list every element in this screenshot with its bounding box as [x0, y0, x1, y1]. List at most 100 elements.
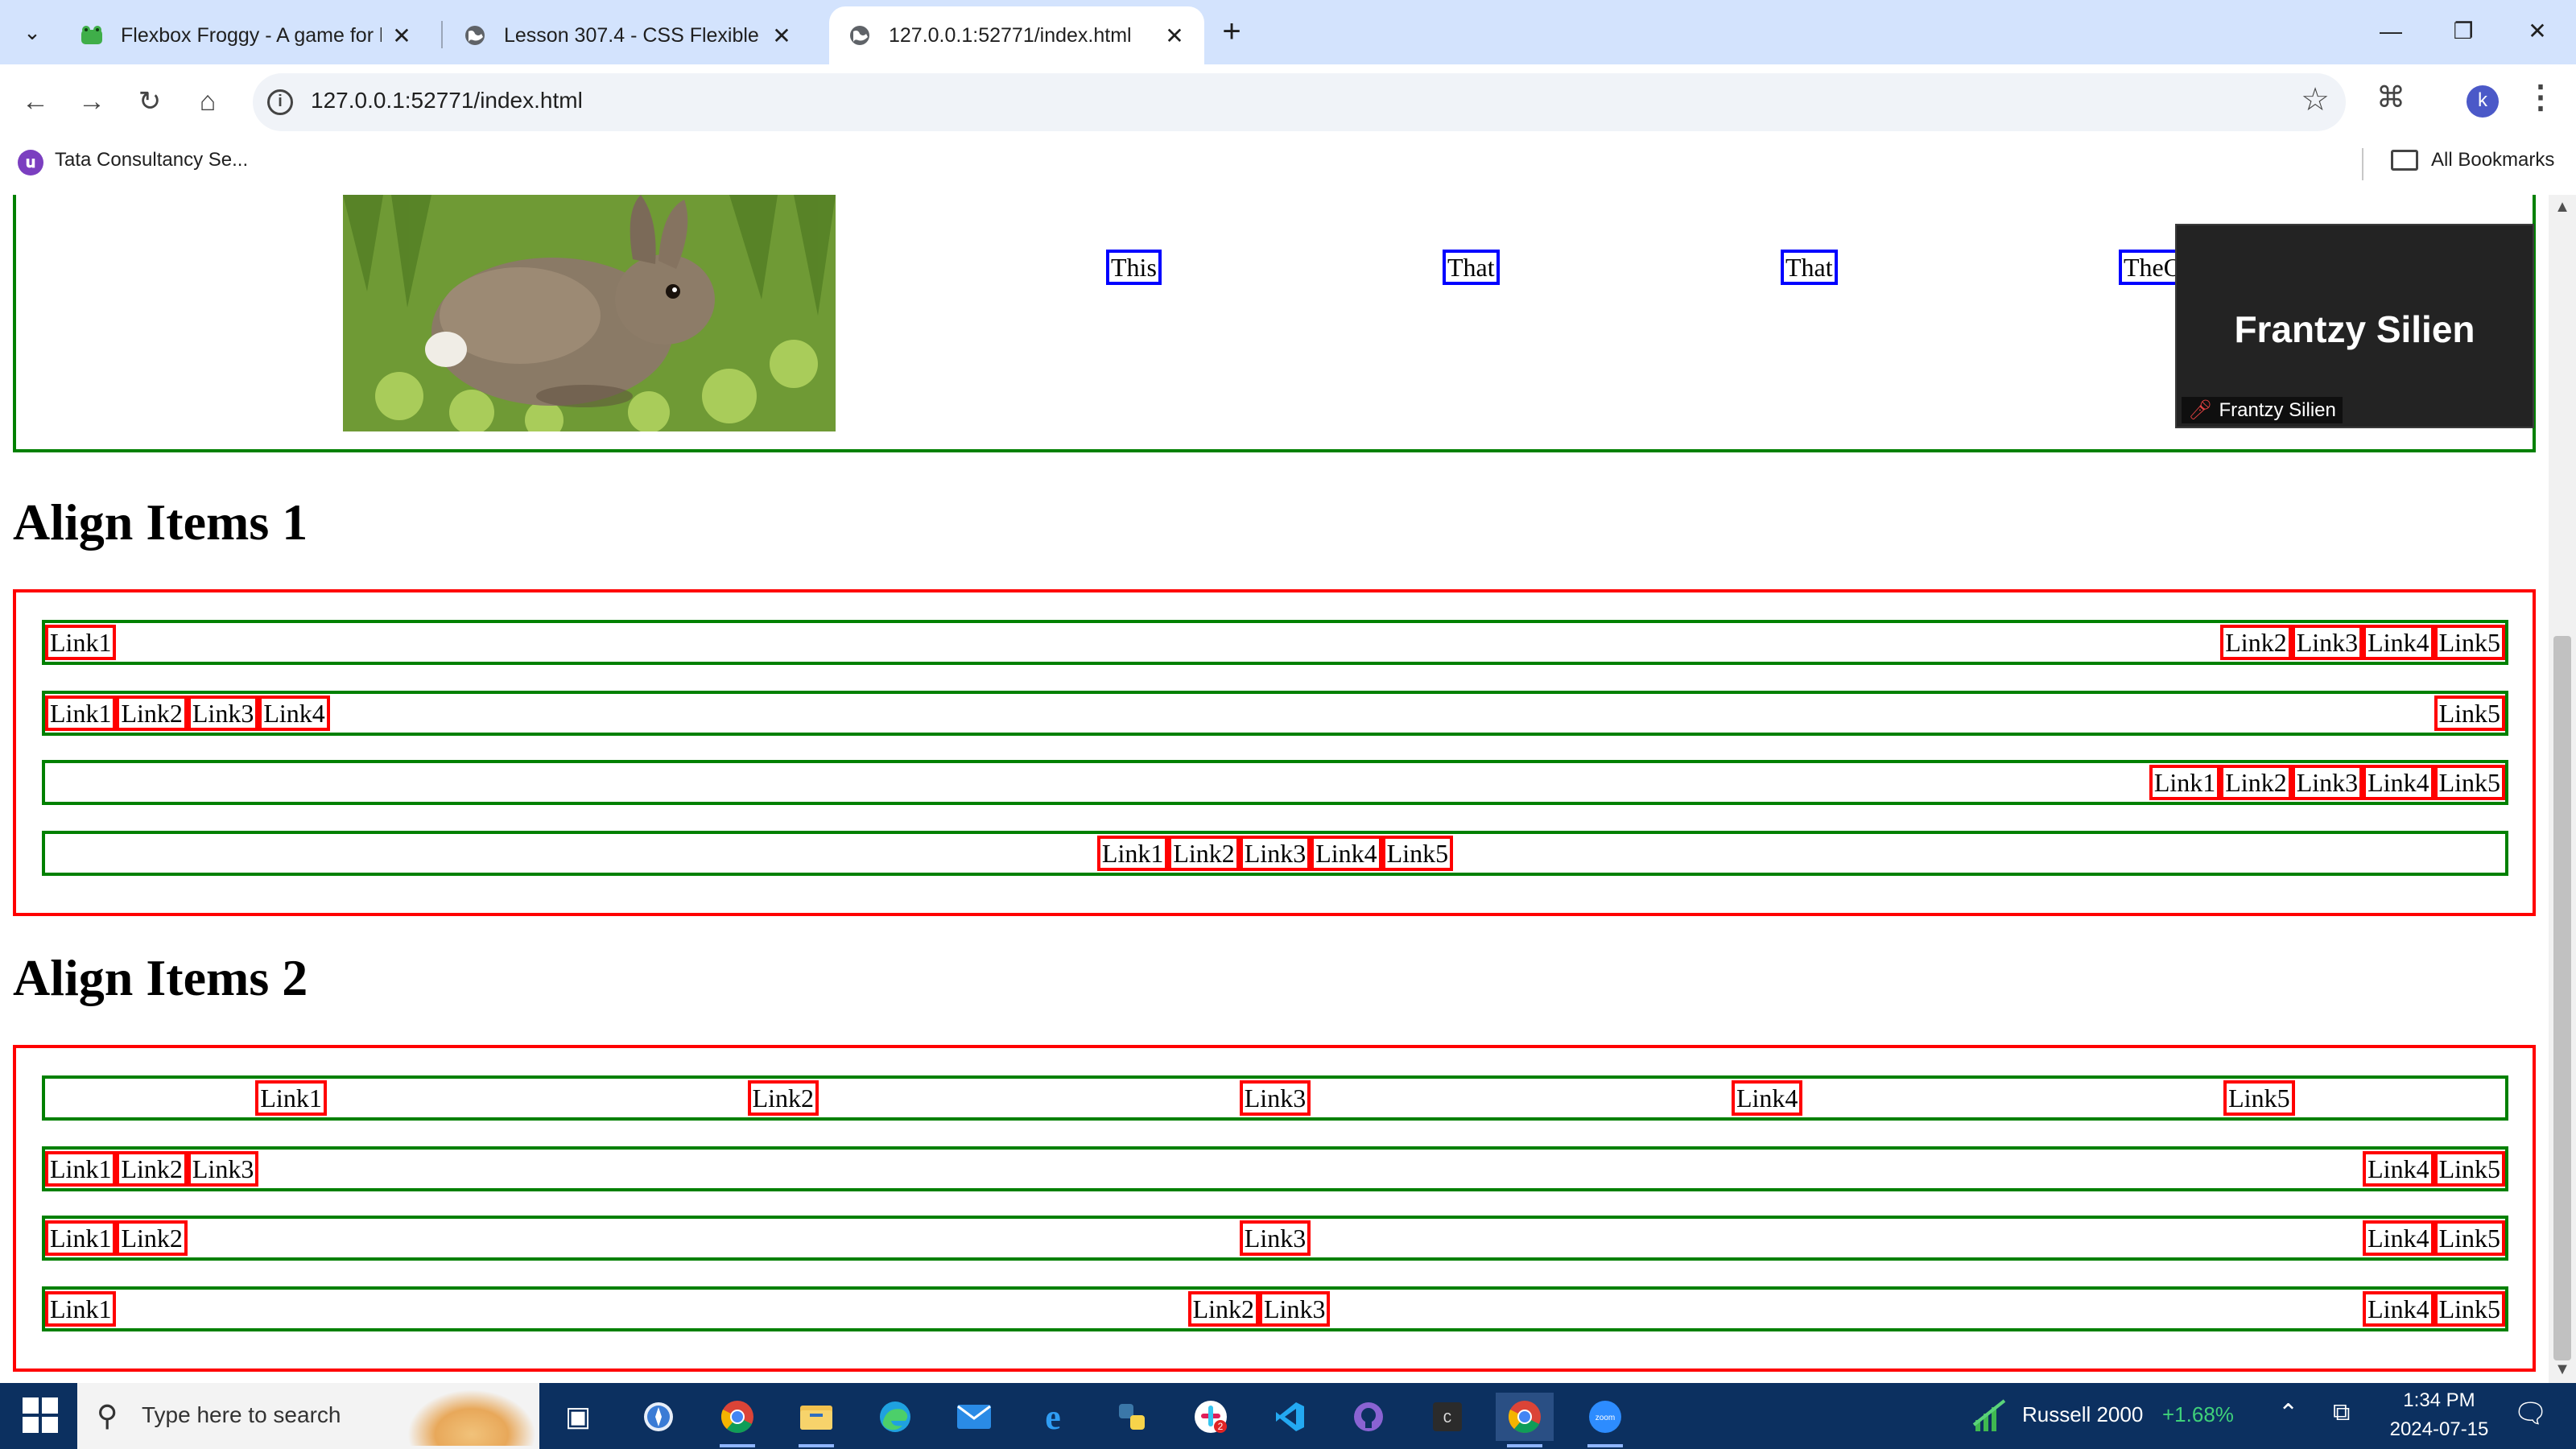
link-2[interactable]: Link2: [1168, 836, 1240, 871]
display-icon[interactable]: ⧉: [2333, 1399, 2350, 1426]
link-5[interactable]: Link5: [1381, 836, 1454, 871]
clock-time[interactable]: 1:34 PM: [2375, 1389, 2504, 1412]
link-1[interactable]: Link1: [45, 1151, 117, 1187]
vscode-icon[interactable]: [1261, 1393, 1319, 1441]
flex-row: Link1 Link2 Link3 Link4 Link5: [42, 691, 2508, 736]
taskbar-search-box[interactable]: ⚲ Type here to search: [77, 1383, 539, 1449]
link-4[interactable]: Link4: [2363, 1151, 2434, 1187]
link-1[interactable]: Link1: [1096, 836, 1169, 871]
edge-icon[interactable]: [866, 1393, 924, 1441]
task-view-icon[interactable]: ▣: [549, 1393, 607, 1441]
link-2[interactable]: Link2: [116, 696, 188, 731]
file-explorer-icon[interactable]: [787, 1393, 845, 1447]
all-bookmarks-button[interactable]: All Bookmarks: [2431, 149, 2554, 171]
link-4[interactable]: Link4: [1731, 1080, 1803, 1116]
link-3[interactable]: Link3: [2291, 625, 2363, 660]
link-5[interactable]: Link5: [2434, 1151, 2505, 1187]
link-3[interactable]: Link3: [1239, 1220, 1311, 1256]
tab-title: 127.0.0.1:52771/index.html: [889, 23, 1132, 47]
rabbit-image: [343, 195, 836, 431]
tab-flexbox-froggy[interactable]: Flexbox Froggy - A game for le ✕: [61, 6, 431, 64]
link-4[interactable]: Link4: [1311, 836, 1382, 871]
safari-compass-icon[interactable]: [630, 1393, 687, 1441]
forward-button[interactable]: →: [71, 80, 113, 122]
link-1[interactable]: Link1: [2149, 765, 2221, 800]
link-3[interactable]: Link3: [1239, 1080, 1311, 1116]
link-1[interactable]: Link1: [45, 1291, 117, 1327]
link-3[interactable]: Link3: [187, 696, 259, 731]
python-idle-icon[interactable]: [1103, 1393, 1161, 1441]
frog-icon: [79, 23, 105, 48]
chrome-active-icon[interactable]: [1496, 1393, 1554, 1447]
mail-icon[interactable]: [945, 1393, 1003, 1441]
link-4[interactable]: Link4: [2363, 1220, 2434, 1256]
restore-button[interactable]: ❐: [2431, 8, 2496, 56]
extensions-puzzle-icon[interactable]: ⌘: [2376, 80, 2405, 114]
close-icon[interactable]: ✕: [390, 23, 414, 49]
link-3[interactable]: Link3: [1239, 836, 1311, 871]
link-2[interactable]: Link2: [116, 1220, 188, 1256]
link-5[interactable]: Link5: [2434, 625, 2505, 660]
bookmark-tata[interactable]: Tata Consultancy Se...: [55, 149, 248, 171]
close-icon[interactable]: ✕: [770, 23, 794, 49]
tab-lesson-307[interactable]: Lesson 307.4 - CSS Flexible Box ✕: [444, 6, 811, 64]
link-5[interactable]: Link5: [2434, 1291, 2505, 1327]
scroll-down-arrow-icon[interactable]: ▼: [2552, 1360, 2573, 1381]
bookmark-star-icon[interactable]: ☆: [2301, 81, 2330, 118]
tab-title: Flexbox Froggy - A game for le: [121, 23, 382, 47]
link-1[interactable]: Link1: [255, 1080, 327, 1116]
address-bar[interactable]: i 127.0.0.1:52771/index.html ☆: [253, 73, 2346, 131]
link-2[interactable]: Link2: [2220, 765, 2292, 800]
folder-icon[interactable]: [2391, 150, 2418, 171]
link-2[interactable]: Link2: [2220, 625, 2292, 660]
url-text[interactable]: 127.0.0.1:52771/index.html: [311, 88, 583, 114]
link-4[interactable]: Link4: [2363, 1291, 2434, 1327]
link-1[interactable]: Link1: [45, 696, 117, 731]
link-4[interactable]: Link4: [2363, 765, 2434, 800]
new-tab-button[interactable]: +: [1212, 13, 1251, 52]
close-icon[interactable]: ✕: [1162, 23, 1187, 49]
site-info-icon[interactable]: i: [267, 89, 293, 115]
zoom-video-tile[interactable]: Frantzy Silien 🎤︎ Frantzy Silien: [2175, 224, 2534, 428]
link-2[interactable]: Link2: [747, 1080, 819, 1116]
windows-start-icon[interactable]: [23, 1397, 58, 1433]
notifications-icon[interactable]: 🗨︎: [2513, 1397, 2548, 1430]
scroll-up-arrow-icon[interactable]: ▲: [2552, 198, 2573, 219]
link-4[interactable]: Link4: [2363, 625, 2434, 660]
tab-strip: ⌄ Flexbox Froggy - A game for le ✕ Lesso…: [0, 0, 2576, 64]
home-button[interactable]: ⌂: [187, 80, 229, 122]
close-window-button[interactable]: ✕: [2505, 8, 2570, 56]
tcs-bookmark-icon[interactable]: 𝐮: [18, 150, 43, 175]
clock-date[interactable]: 2024-07-15: [2375, 1418, 2504, 1441]
back-button[interactable]: ←: [14, 80, 56, 122]
tab-search-button[interactable]: ⌄: [11, 14, 53, 50]
link-5[interactable]: Link5: [2434, 696, 2505, 731]
chrome-icon[interactable]: [708, 1393, 766, 1447]
tab-index-html[interactable]: 127.0.0.1:52771/index.html ✕: [829, 6, 1204, 64]
link-3[interactable]: Link3: [2291, 765, 2363, 800]
link-5[interactable]: Link5: [2434, 1220, 2505, 1256]
link-1[interactable]: Link1: [45, 625, 117, 660]
profile-avatar[interactable]: k: [2467, 85, 2499, 118]
zoom-app-icon[interactable]: zoom: [1576, 1393, 1634, 1447]
link-5[interactable]: Link5: [2223, 1080, 2295, 1116]
link-3[interactable]: Link3: [1259, 1291, 1331, 1327]
link-2[interactable]: Link2: [116, 1151, 188, 1187]
link-1[interactable]: Link1: [45, 1220, 117, 1256]
stock-name[interactable]: Russell 2000: [2022, 1402, 2143, 1427]
minimize-button[interactable]: —: [2359, 8, 2423, 56]
slack-icon[interactable]: 2: [1182, 1393, 1240, 1441]
link-5[interactable]: Link5: [2434, 765, 2505, 800]
reload-button[interactable]: ↻: [129, 80, 171, 122]
stock-chart-icon[interactable]: [1972, 1397, 2009, 1437]
chevron-up-icon[interactable]: ⌃: [2278, 1399, 2298, 1427]
link-3[interactable]: Link3: [187, 1151, 259, 1187]
internet-explorer-icon[interactable]: e: [1024, 1393, 1082, 1441]
link-4[interactable]: Link4: [258, 696, 330, 731]
search-placeholder: Type here to search: [142, 1402, 341, 1427]
link-2[interactable]: Link2: [1187, 1291, 1259, 1327]
kebab-menu-icon[interactable]: ⋮: [2524, 79, 2557, 116]
github-icon[interactable]: [1340, 1393, 1397, 1441]
terminal-icon[interactable]: C: [1418, 1393, 1476, 1441]
scrollbar-thumb[interactable]: [2553, 636, 2571, 1360]
